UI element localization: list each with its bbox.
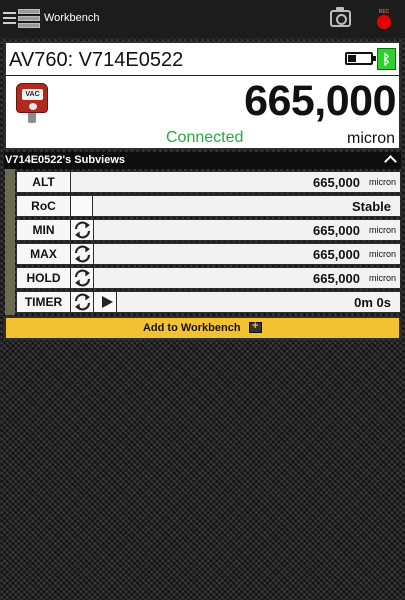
vac-gauge-icon: VAC bbox=[16, 83, 48, 123]
workbench-icon bbox=[18, 9, 40, 29]
subview-row-max: MAX 665,000 micron bbox=[16, 243, 401, 265]
reset-icon[interactable] bbox=[71, 244, 94, 264]
device-name: AV760: V714E0522 bbox=[9, 49, 184, 71]
subviews-title: V714E0522's Subviews bbox=[5, 154, 126, 166]
subview-row-roc: RoC Stable bbox=[16, 195, 401, 217]
battery-level bbox=[348, 55, 356, 62]
reset-icon[interactable] bbox=[71, 220, 94, 240]
play-icon[interactable] bbox=[94, 292, 117, 312]
chevron-up-icon[interactable] bbox=[384, 155, 397, 168]
subview-row-hold: HOLD 665,000 micron bbox=[16, 267, 401, 289]
subviews-side-rail bbox=[5, 169, 15, 315]
app-title: Workbench bbox=[44, 12, 100, 24]
row-value: Stable bbox=[351, 199, 391, 214]
subview-row-alt: ALT 665,000 micron bbox=[16, 171, 401, 193]
row-label: ALT bbox=[17, 172, 71, 192]
row-value: 665,000 bbox=[313, 223, 360, 238]
device-panel: AV760: V714E0522 ᛒ VAC 665,000 Connected… bbox=[4, 41, 401, 150]
row-value: 665,000 bbox=[313, 175, 360, 190]
reset-icon[interactable] bbox=[71, 268, 94, 288]
row-label: HOLD bbox=[17, 268, 71, 288]
vac-gauge-label: VAC bbox=[22, 89, 43, 100]
row-unit: micron bbox=[368, 225, 396, 235]
add-to-workbench-label: Add to Workbench bbox=[142, 322, 241, 334]
row-unit: micron bbox=[368, 177, 396, 187]
add-to-workbench-button[interactable]: Add to Workbench bbox=[4, 316, 401, 340]
app-bar: Workbench REC bbox=[0, 0, 405, 38]
reset-icon[interactable] bbox=[71, 292, 94, 312]
subviews-header[interactable]: V714E0522's Subviews bbox=[4, 152, 401, 169]
menu-icon[interactable] bbox=[3, 12, 16, 24]
divider bbox=[6, 75, 399, 76]
camera-icon[interactable] bbox=[330, 7, 351, 27]
record-button[interactable]: REC bbox=[376, 9, 392, 31]
row-value: 0m 0s bbox=[354, 295, 391, 310]
bluetooth-icon[interactable]: ᛒ bbox=[377, 48, 396, 70]
record-icon bbox=[377, 15, 391, 29]
row-value: 665,000 bbox=[313, 247, 360, 262]
row-label: MAX bbox=[17, 244, 71, 264]
row-spacer bbox=[71, 196, 93, 216]
subview-row-min: MIN 665,000 micron bbox=[16, 219, 401, 241]
row-value: 665,000 bbox=[313, 271, 360, 286]
row-label: RoC bbox=[17, 196, 71, 216]
row-label: MIN bbox=[17, 220, 71, 240]
row-label: TIMER bbox=[17, 292, 71, 312]
connection-status: Connected bbox=[166, 129, 244, 146]
battery-icon bbox=[345, 52, 376, 65]
main-unit: micron bbox=[346, 130, 395, 147]
row-unit: micron bbox=[368, 249, 396, 259]
add-to-workbench-icon bbox=[249, 320, 263, 333]
row-unit: micron bbox=[368, 273, 396, 283]
subview-row-timer: TIMER 0m 0s bbox=[16, 291, 401, 313]
main-reading: 665,000 bbox=[244, 77, 396, 125]
